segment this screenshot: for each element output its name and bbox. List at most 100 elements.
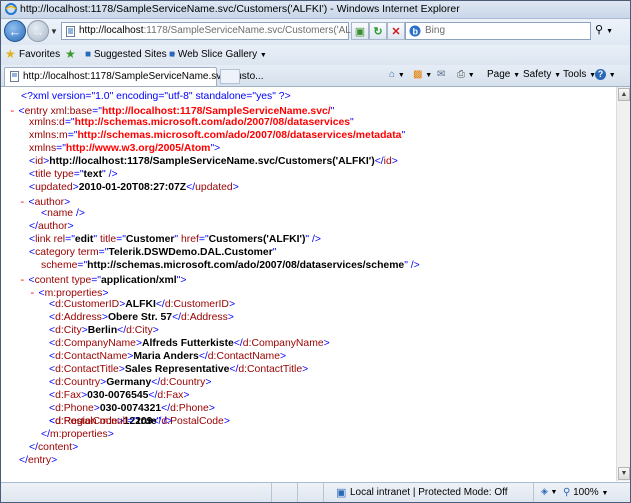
- recent-pages-dropdown[interactable]: ▼: [50, 27, 58, 36]
- collapse-toggle[interactable]: -: [29, 286, 36, 299]
- xmlns-m-attr: xmlns:m="http://schemas.microsoft.com/ad…: [29, 130, 406, 141]
- property-open-name: d:CompanyName: [55, 338, 136, 349]
- read-mail-button[interactable]: ✉: [437, 69, 445, 80]
- property-open-name: d:Phone: [55, 403, 94, 414]
- property-value: Obere Str. 57: [107, 312, 173, 323]
- web-slice-gallery-link[interactable]: ■ Web Slice Gallery ▼: [169, 49, 267, 60]
- intranet-zone-icon: ▣: [336, 487, 347, 499]
- collapse-toggle[interactable]: -: [19, 195, 26, 208]
- home-icon: ⌂: [389, 69, 396, 80]
- stop-button[interactable]: ✕: [387, 22, 405, 40]
- protected-mode-dropdown[interactable]: ◈ ▼: [541, 486, 557, 497]
- url-path: :1178/SampleServiceName.svc/Customers('A…: [143, 25, 372, 36]
- scroll-down-button[interactable]: ▼: [618, 467, 630, 480]
- property-row: <d:Fax>030-0076545</d:Fax>: [49, 390, 190, 401]
- page-icon: [10, 71, 19, 82]
- address-bar[interactable]: http://localhost:1178/SampleServiceName.…: [61, 22, 372, 40]
- forward-button[interactable]: →: [27, 20, 49, 42]
- tab-current[interactable]: http://localhost:1178/SampleServiceName.…: [4, 67, 263, 86]
- refresh-icon: ↻: [373, 25, 383, 38]
- property-value: Sales Representative: [124, 364, 230, 375]
- page-menu[interactable]: Page ▼: [487, 69, 520, 80]
- tools-menu[interactable]: Tools ▼: [563, 69, 596, 80]
- properties-close-tag: </m:properties>: [41, 429, 114, 440]
- suggested-sites-icon: ■: [85, 49, 92, 60]
- property-row: <d:Address>Obere Str. 57</d:Address>: [49, 312, 234, 323]
- entry-open-tag: - <entry xml:base="http://localhost:1178…: [9, 104, 335, 117]
- feed-icon: ▩: [413, 69, 423, 80]
- search-input[interactable]: b Bing: [405, 22, 591, 40]
- property-row: <d:CompanyName>Alfreds Futterkiste</d:Co…: [49, 338, 330, 349]
- chevron-down-icon: ▼: [606, 28, 614, 35]
- xmlns-attr: xmlns="http://www.w3.org/2005/Atom">: [29, 143, 221, 154]
- tab-bar: http://localhost:1178/SampleServiceName.…: [1, 65, 630, 87]
- web-slice-gallery-label: Web Slice Gallery: [177, 49, 258, 60]
- property-open-name: d:ContactTitle: [55, 364, 119, 375]
- property-close-name: d:CompanyName: [242, 338, 324, 349]
- author-close-tag: </author>: [29, 221, 74, 232]
- property-open-name: d:ContactName: [55, 351, 128, 362]
- property-close-name: d:Country: [160, 377, 206, 388]
- feeds-button[interactable]: ▩ ▼: [413, 69, 432, 80]
- address-url: http://localhost:1178/SampleServiceName.…: [79, 25, 372, 36]
- arrow-down-icon: ▼: [620, 470, 628, 477]
- status-bar: ▣ Local intranet | Protected Mode: Off ◈…: [1, 482, 630, 502]
- property-open-name: d:Fax: [55, 390, 82, 401]
- property-open-name: d:CustomerID: [55, 299, 120, 310]
- search-button[interactable]: ⚲ ▼: [595, 23, 619, 39]
- chevron-down-icon: ▼: [554, 72, 562, 79]
- property-value: Maria Anders: [133, 351, 199, 362]
- category-element: <category term="Telerik.DSWDemo.DAL.Cust…: [29, 247, 277, 258]
- collapse-toggle[interactable]: -: [19, 273, 26, 286]
- new-tab-button[interactable]: [220, 69, 240, 84]
- home-button[interactable]: ⌂ ▼: [389, 69, 405, 80]
- property-close-name: d:City: [126, 325, 153, 336]
- collapse-toggle[interactable]: -: [9, 104, 16, 117]
- property-value: 030-0074321: [99, 403, 162, 414]
- property-row: <d:City>Berlin</d:City>: [49, 325, 159, 336]
- xml-declaration: <?xml version="1.0" encoding="utf-8" sta…: [21, 91, 291, 102]
- property-row: <d:ContactTitle>Sales Representative</d:…: [49, 364, 309, 375]
- scroll-up-button[interactable]: ▲: [618, 88, 630, 101]
- property-value: Germany: [106, 377, 152, 388]
- chevron-down-icon: ▼: [550, 489, 558, 496]
- property-open-name: d:Address: [55, 312, 102, 323]
- print-button[interactable]: ⎙ ▼: [457, 69, 475, 80]
- property-value: ALFKI: [125, 299, 156, 310]
- tools-menu-label: Tools: [563, 69, 587, 80]
- zoom-level: 100%: [573, 487, 599, 498]
- property-close-name: d:ContactTitle: [238, 364, 303, 375]
- help-button[interactable]: ? ▼: [595, 69, 616, 80]
- chevron-down-icon: ▼: [608, 72, 616, 79]
- chevron-down-icon: ▼: [601, 490, 609, 497]
- browser-window: http://localhost:1178/SampleServiceName.…: [0, 0, 631, 503]
- refresh-button[interactable]: ↻: [369, 22, 387, 40]
- xmlns-d-attr: xmlns:d="http://schemas.microsoft.com/ad…: [29, 117, 354, 128]
- arrow-right-icon: →: [31, 23, 45, 39]
- bing-logo-icon: b: [409, 25, 421, 37]
- arrow-left-icon: ←: [8, 23, 22, 39]
- favorites-bar: ★ Favorites ★ ■ Suggested Sites ▼ ■ Web …: [1, 45, 630, 66]
- title-bar[interactable]: http://localhost:1178/SampleServiceName.…: [1, 1, 630, 19]
- property-close-name: d:CustomerID: [164, 299, 229, 310]
- page-menu-label: Page: [487, 69, 511, 80]
- safety-menu[interactable]: Safety ▼: [523, 69, 561, 80]
- zoom-control[interactable]: ⚲ 100% ▼: [563, 487, 608, 498]
- compatibility-view-button[interactable]: ▣: [351, 22, 369, 40]
- updated-element: <updated>2010-01-20T08:27:07Z</updated>: [29, 182, 239, 193]
- category-scheme-attr: scheme="http://schemas.microsoft.com/ado…: [41, 260, 420, 271]
- title-element: <title type="text" />: [29, 169, 118, 180]
- region-element: <d:Region m:null="true" />: [49, 416, 173, 427]
- suggested-sites-link[interactable]: ■ Suggested Sites ▼: [85, 49, 176, 60]
- property-row: <d:Country>Germany</d:Country>: [49, 377, 212, 388]
- security-zone[interactable]: Local intranet | Protected Mode: Off: [350, 487, 508, 498]
- ie-logo-icon: [5, 3, 17, 15]
- back-button[interactable]: ←: [4, 20, 26, 42]
- page-icon: [66, 26, 75, 37]
- add-favorite-icon[interactable]: ★: [65, 47, 76, 61]
- url-host: http://localhost: [79, 25, 144, 36]
- property-close-name: d:Fax: [157, 390, 184, 401]
- link-element: <link rel="edit" title="Customer" href="…: [29, 234, 321, 245]
- vertical-scrollbar[interactable]: ▲ ▼: [616, 87, 630, 481]
- favorites-button[interactable]: Favorites: [19, 49, 60, 60]
